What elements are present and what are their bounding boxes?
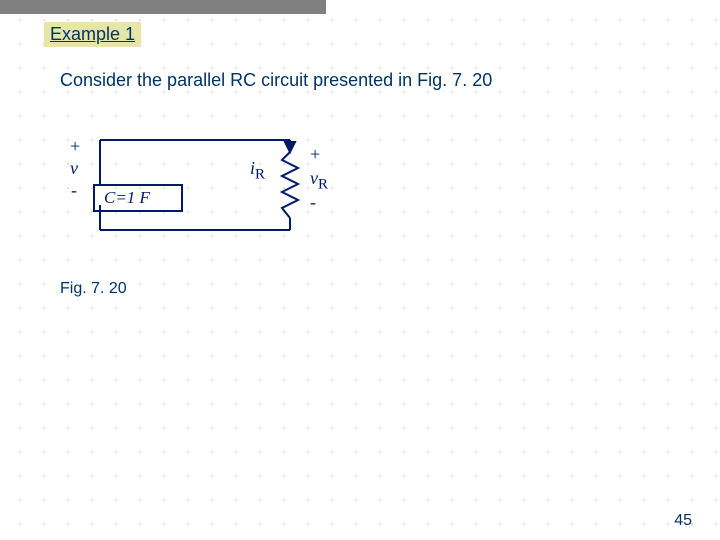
example-title: Example 1 <box>44 22 141 47</box>
vR-sub: R <box>318 177 328 193</box>
description-text: Consider the parallel RC circuit present… <box>60 70 492 91</box>
page-number: 45 <box>674 512 692 530</box>
capacitor-label: C=1 F <box>104 188 150 208</box>
v-plus-label: + <box>70 136 80 157</box>
iR-sub: R <box>255 167 265 183</box>
iR-label: iR <box>250 158 265 184</box>
v-minus-label: - <box>71 180 77 201</box>
rc-circuit-diagram: + v - C=1 F iR + vR - <box>70 130 370 260</box>
vR-minus-label: - <box>310 192 316 213</box>
v-symbol-label: v <box>70 158 78 179</box>
vR-label: vR <box>310 168 328 194</box>
vR-plus-label: + <box>310 144 320 165</box>
figure-caption: Fig. 7. 20 <box>60 280 127 298</box>
vR-v: v <box>310 168 318 188</box>
slide-top-bar <box>0 0 326 14</box>
